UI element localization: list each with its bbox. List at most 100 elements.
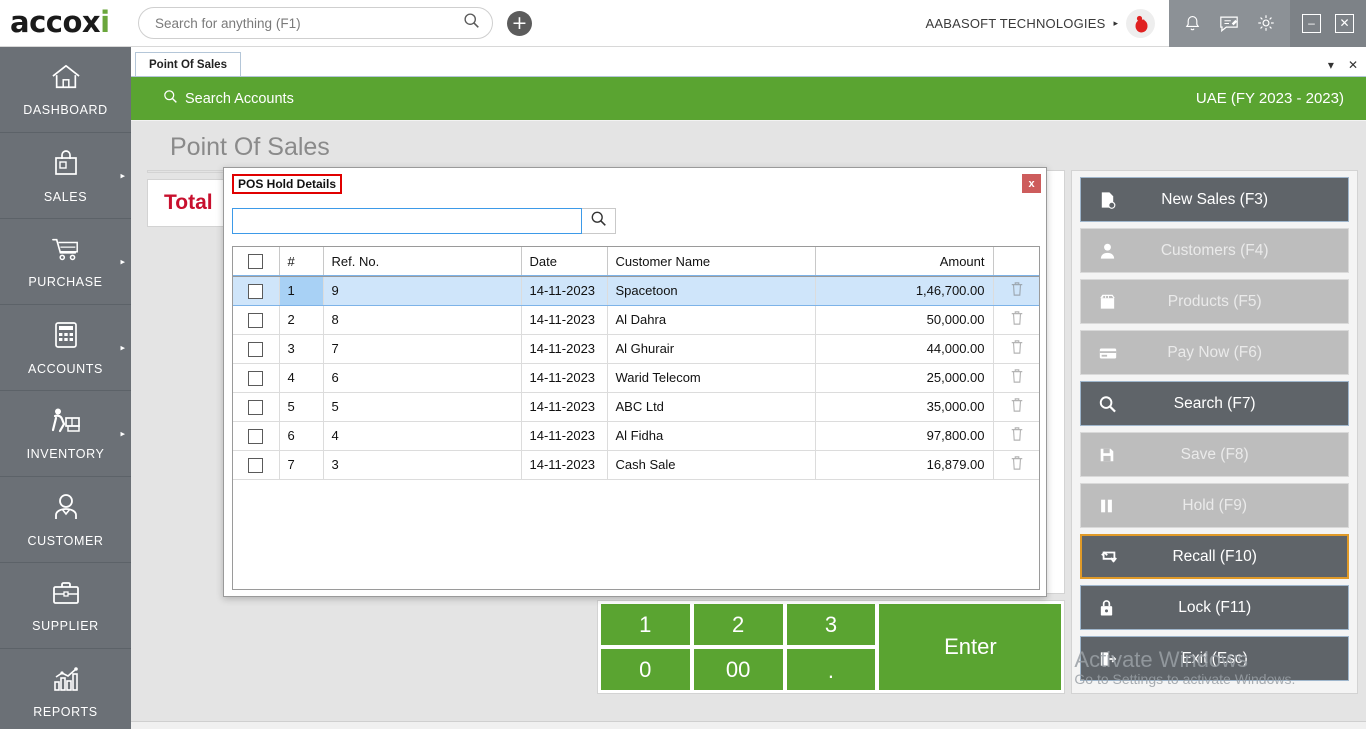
keypad-key-00[interactable]: 00 <box>694 649 783 690</box>
new-sales-button[interactable]: New Sales (F3) <box>1080 177 1349 222</box>
sidebar-item-accounts[interactable]: ACCOUNTS ▸ <box>0 305 131 391</box>
column-header-select-all[interactable] <box>233 247 279 276</box>
row-amount: 44,000.00 <box>815 334 993 363</box>
table-row[interactable]: 1914-11-2023Spacetoon1,46,700.00 <box>233 276 1040 305</box>
table-row[interactable]: 4614-11-2023Warid Telecom25,000.00 <box>233 363 1040 392</box>
hold-details-grid[interactable]: # Ref. No. Date Customer Name Amount 191… <box>232 246 1040 590</box>
row-delete-cell[interactable] <box>993 305 1040 334</box>
dialog-search-button[interactable] <box>582 208 616 234</box>
row-checkbox[interactable] <box>248 400 263 415</box>
row-checkbox[interactable] <box>248 458 263 473</box>
row-checkbox[interactable] <box>248 342 263 357</box>
search-f7-button[interactable]: Search (F7) <box>1080 381 1349 426</box>
row-checkbox-cell[interactable] <box>233 363 279 392</box>
row-checkbox[interactable] <box>248 284 263 299</box>
add-new-button[interactable]: + <box>507 11 532 36</box>
search-accounts-button[interactable]: Search Accounts <box>163 89 294 108</box>
row-delete-cell[interactable] <box>993 392 1040 421</box>
row-checkbox-cell[interactable] <box>233 276 279 305</box>
avatar[interactable] <box>1126 9 1155 38</box>
row-delete-cell[interactable] <box>993 363 1040 392</box>
close-window-button[interactable]: ✕ <box>1335 14 1354 33</box>
sidebar-item-reports[interactable]: REPORTS <box>0 649 131 729</box>
sidebar-item-label: SUPPLIER <box>32 619 99 633</box>
row-checkbox[interactable] <box>248 371 263 386</box>
button-label: Save (F8) <box>1081 446 1348 464</box>
trash-icon[interactable] <box>1010 343 1024 358</box>
tab-controls: ▾ ✕ <box>1328 58 1358 72</box>
tab-point-of-sales[interactable]: Point Of Sales <box>135 52 241 76</box>
table-row[interactable]: 6414-11-2023Al Fidha97,800.00 <box>233 421 1040 450</box>
products-button[interactable]: Products (F5) <box>1080 279 1349 324</box>
save-button[interactable]: Save (F8) <box>1080 432 1349 477</box>
row-index: 1 <box>279 276 323 305</box>
chevron-right-icon: ▸ <box>120 428 125 439</box>
trash-icon[interactable] <box>1010 401 1024 416</box>
table-row[interactable]: 3714-11-2023Al Ghurair44,000.00 <box>233 334 1040 363</box>
keypad-key-1[interactable]: 1 <box>601 604 690 645</box>
sidebar-item-inventory[interactable]: INVENTORY ▸ <box>0 391 131 477</box>
sidebar-item-sales[interactable]: SALES ▸ <box>0 133 131 219</box>
row-delete-cell[interactable] <box>993 334 1040 363</box>
row-amount: 16,879.00 <box>815 450 993 479</box>
total-label: Total <box>164 191 213 215</box>
sidebar-item-dashboard[interactable]: DASHBOARD <box>0 47 131 133</box>
row-delete-cell[interactable] <box>993 276 1040 305</box>
search-icon[interactable] <box>463 12 480 34</box>
recall-icon <box>1099 548 1119 566</box>
sidebar-item-label: CUSTOMER <box>27 534 103 548</box>
column-header-date: Date <box>521 247 607 276</box>
keypad-key-0[interactable]: 0 <box>601 649 690 690</box>
row-ref-no: 5 <box>323 392 521 421</box>
tab-dropdown-icon[interactable]: ▾ <box>1328 58 1334 72</box>
table-row[interactable]: 5514-11-2023ABC Ltd35,000.00 <box>233 392 1040 421</box>
customers-button[interactable]: Customers (F4) <box>1080 228 1349 273</box>
global-search[interactable] <box>138 7 493 39</box>
row-checkbox-cell[interactable] <box>233 450 279 479</box>
company-selector[interactable]: AABASOFT TECHNOLOGIES ▸ <box>925 0 1169 47</box>
dialog-search-input[interactable] <box>232 208 582 234</box>
row-delete-cell[interactable] <box>993 450 1040 479</box>
sidebar-item-supplier[interactable]: SUPPLIER <box>0 563 131 649</box>
sidebar-item-customer[interactable]: CUSTOMER <box>0 477 131 563</box>
recall-button[interactable]: Recall (F10) <box>1080 534 1349 579</box>
application-window: accoxi + AABASOFT TECHNOLOGIES ▸ <box>0 0 1366 729</box>
tab-close-icon[interactable]: ✕ <box>1348 58 1358 72</box>
keypad-key-decimal[interactable]: . <box>787 649 876 690</box>
trash-icon[interactable] <box>1010 314 1024 329</box>
row-checkbox[interactable] <box>248 429 263 444</box>
row-checkbox-cell[interactable] <box>233 392 279 421</box>
pay-now-button[interactable]: Pay Now (F6) <box>1080 330 1349 375</box>
gear-icon[interactable] <box>1256 13 1276 33</box>
row-checkbox-cell[interactable] <box>233 421 279 450</box>
table-row[interactable]: 2814-11-2023Al Dahra50,000.00 <box>233 305 1040 334</box>
table-row[interactable]: 7314-11-2023Cash Sale16,879.00 <box>233 450 1040 479</box>
row-amount: 97,800.00 <box>815 421 993 450</box>
sidebar-item-purchase[interactable]: PURCHASE ▸ <box>0 219 131 305</box>
trash-icon[interactable] <box>1010 459 1024 474</box>
row-delete-cell[interactable] <box>993 421 1040 450</box>
hold-button[interactable]: Hold (F9) <box>1080 483 1349 528</box>
search-input[interactable] <box>155 16 463 31</box>
row-customer-name: Al Fidha <box>607 421 815 450</box>
action-buttons-panel: New Sales (F3) Customers (F4) Products (… <box>1071 170 1358 694</box>
row-checkbox[interactable] <box>248 313 263 328</box>
dialog-close-button[interactable]: x <box>1022 174 1041 193</box>
keypad-key-3[interactable]: 3 <box>787 604 876 645</box>
trash-icon[interactable] <box>1010 285 1024 300</box>
chevron-right-icon: ▸ <box>120 342 125 353</box>
exit-button[interactable]: Exit (Esc) <box>1080 636 1349 681</box>
trash-icon[interactable] <box>1010 430 1024 445</box>
credit-card-icon <box>1098 343 1118 362</box>
select-all-checkbox[interactable] <box>248 254 263 269</box>
trash-icon[interactable] <box>1010 372 1024 387</box>
lock-button[interactable]: Lock (F11) <box>1080 585 1349 630</box>
bell-icon[interactable] <box>1183 14 1202 33</box>
row-checkbox-cell[interactable] <box>233 305 279 334</box>
keypad-key-2[interactable]: 2 <box>694 604 783 645</box>
row-checkbox-cell[interactable] <box>233 334 279 363</box>
minimize-button[interactable]: – <box>1302 14 1321 33</box>
keypad-enter-button[interactable]: Enter <box>879 604 1061 690</box>
message-icon[interactable] <box>1219 14 1239 33</box>
column-header-ref-no: Ref. No. <box>323 247 521 276</box>
